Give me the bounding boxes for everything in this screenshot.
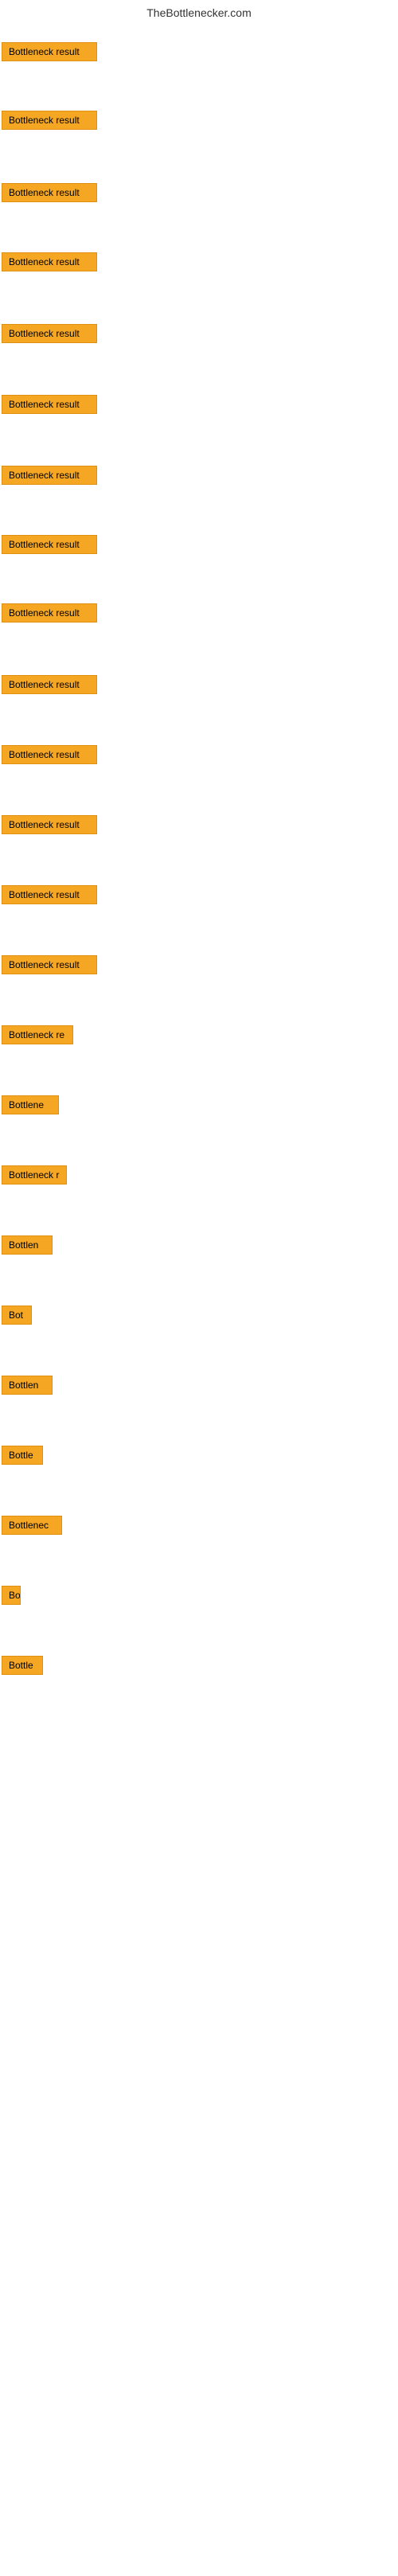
bottleneck-badge-11[interactable]: Bottleneck result: [2, 745, 97, 764]
badges-container: Bottleneck result Bottleneck result Bottle…: [0, 29, 398, 2576]
result-row-21: Bottle: [2, 1446, 43, 1469]
result-row-11: Bottleneck result: [2, 745, 97, 768]
bottleneck-badge-23[interactable]: Bo: [2, 1586, 21, 1605]
bottleneck-badge-24[interactable]: Bottle: [2, 1656, 43, 1675]
result-row-5: Bottleneck result: [2, 324, 97, 347]
bottleneck-badge-3[interactable]: Bottleneck result: [2, 183, 97, 202]
bottleneck-badge-16[interactable]: Bottlene: [2, 1095, 59, 1114]
bottleneck-badge-8[interactable]: Bottleneck result: [2, 535, 97, 554]
bottleneck-badge-9[interactable]: Bottleneck result: [2, 603, 97, 623]
result-row-24: Bottle: [2, 1656, 43, 1679]
bottleneck-badge-2[interactable]: Bottleneck result: [2, 111, 97, 130]
bottleneck-badge-12[interactable]: Bottleneck result: [2, 815, 97, 834]
result-row-14: Bottleneck result: [2, 955, 97, 978]
bottleneck-badge-13[interactable]: Bottleneck result: [2, 885, 97, 904]
result-row-20: Bottlen: [2, 1376, 53, 1399]
result-row-10: Bottleneck result: [2, 675, 97, 698]
bottleneck-badge-17[interactable]: Bottleneck r: [2, 1165, 67, 1185]
result-row-22: Bottlenec: [2, 1516, 62, 1539]
bottleneck-badge-4[interactable]: Bottleneck result: [2, 252, 97, 271]
bottleneck-badge-15[interactable]: Bottleneck re: [2, 1025, 73, 1044]
bottleneck-badge-18[interactable]: Bottlen: [2, 1235, 53, 1255]
bottleneck-badge-5[interactable]: Bottleneck result: [2, 324, 97, 343]
result-row-3: Bottleneck result: [2, 183, 97, 206]
result-row-13: Bottleneck result: [2, 885, 97, 908]
result-row-1: Bottleneck result: [2, 42, 97, 65]
result-row-18: Bottlen: [2, 1235, 53, 1259]
bottleneck-badge-19[interactable]: Bot: [2, 1306, 32, 1325]
result-row-9: Bottleneck result: [2, 603, 97, 626]
result-row-16: Bottlene: [2, 1095, 59, 1118]
site-title: TheBottlenecker.com: [146, 6, 252, 19]
site-header: TheBottlenecker.com: [0, 0, 398, 29]
bottleneck-badge-10[interactable]: Bottleneck result: [2, 675, 97, 694]
result-row-4: Bottleneck result: [2, 252, 97, 275]
result-row-2: Bottleneck result: [2, 111, 97, 134]
result-row-17: Bottleneck r: [2, 1165, 67, 1188]
bottleneck-badge-6[interactable]: Bottleneck result: [2, 395, 97, 414]
bottleneck-badge-14[interactable]: Bottleneck result: [2, 955, 97, 974]
result-row-23: Bo: [2, 1586, 21, 1609]
result-row-7: Bottleneck result: [2, 466, 97, 489]
result-row-15: Bottleneck re: [2, 1025, 73, 1048]
bottleneck-badge-7[interactable]: Bottleneck result: [2, 466, 97, 485]
bottleneck-badge-1[interactable]: Bottleneck result: [2, 42, 97, 61]
result-row-19: Bot: [2, 1306, 32, 1329]
result-row-12: Bottleneck result: [2, 815, 97, 838]
bottleneck-badge-20[interactable]: Bottlen: [2, 1376, 53, 1395]
result-row-6: Bottleneck result: [2, 395, 97, 418]
result-row-8: Bottleneck result: [2, 535, 97, 558]
bottleneck-badge-22[interactable]: Bottlenec: [2, 1516, 62, 1535]
bottleneck-badge-21[interactable]: Bottle: [2, 1446, 43, 1465]
